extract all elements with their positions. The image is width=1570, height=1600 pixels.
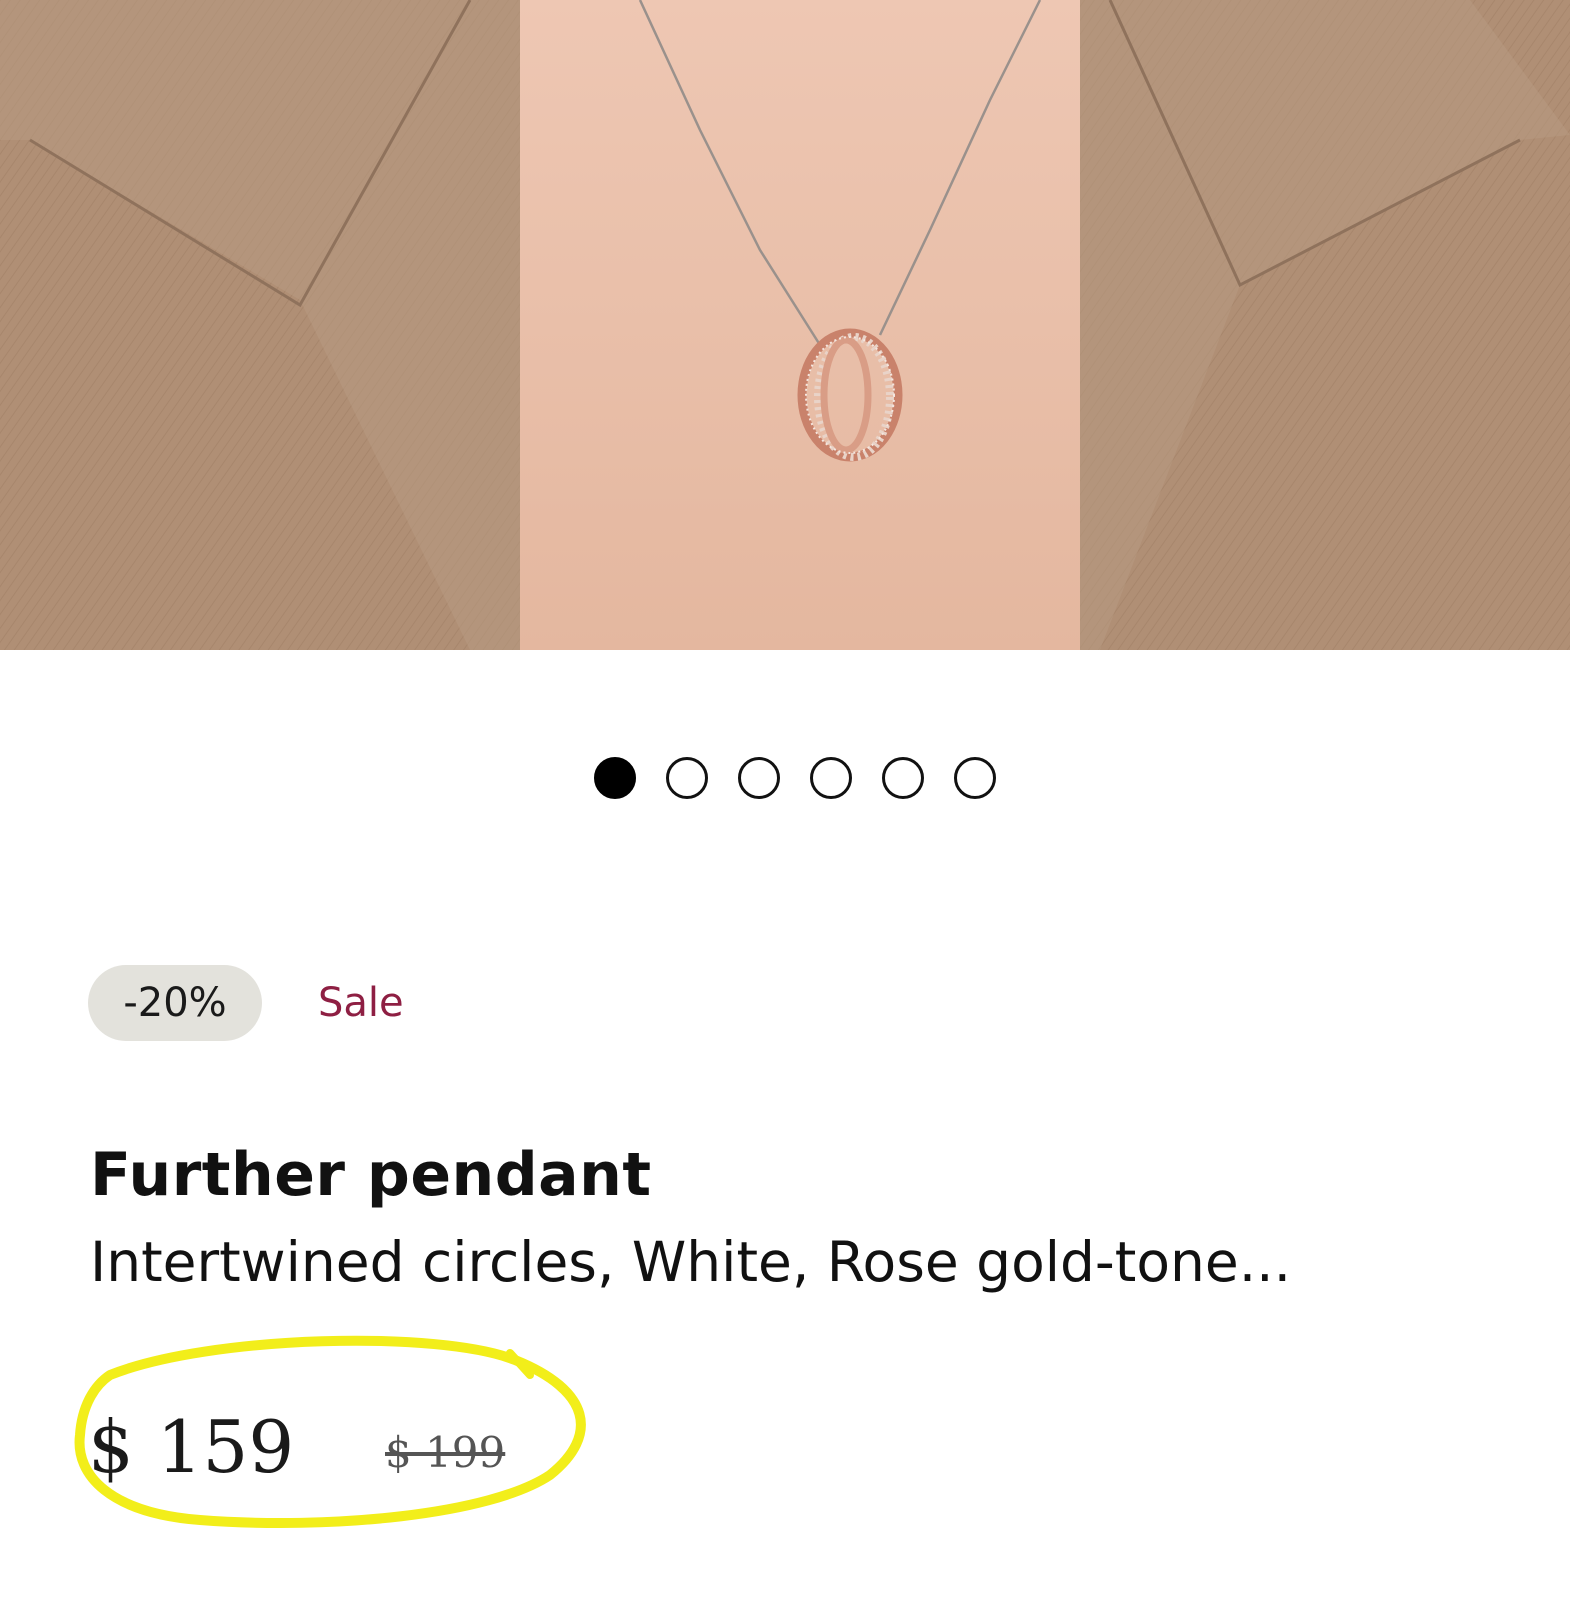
product-title[interactable]: Further pendant [90, 1140, 652, 1210]
carousel-indicators [594, 757, 996, 799]
carousel-dot-5[interactable] [882, 757, 924, 799]
current-price: $ 159 [88, 1405, 295, 1489]
carousel-dot-6[interactable] [954, 757, 996, 799]
carousel-dot-4[interactable] [810, 757, 852, 799]
carousel-dot-2[interactable] [666, 757, 708, 799]
necklace-photo [0, 0, 1570, 650]
discount-badge: -20% [88, 965, 262, 1041]
carousel-dot-3[interactable] [738, 757, 780, 799]
original-price: $ 199 [385, 1428, 506, 1477]
product-subtitle: Intertwined circles, White, Rose gold-to… [90, 1230, 1292, 1294]
sale-label: Sale [318, 980, 404, 1026]
carousel-dot-1[interactable] [594, 757, 636, 799]
product-image[interactable] [0, 0, 1570, 650]
